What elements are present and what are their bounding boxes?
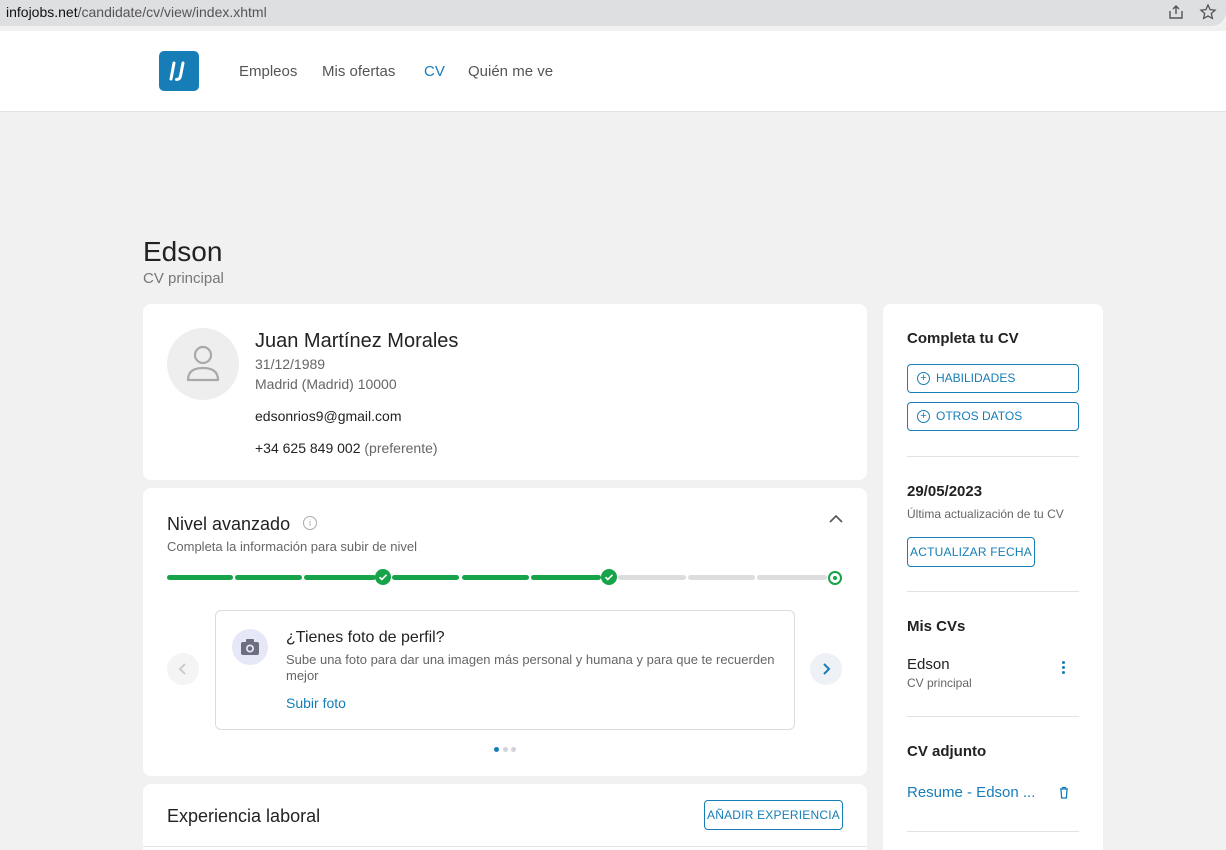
experience-title: Experiencia laboral <box>167 806 321 826</box>
phone-line: +34 625 849 002 (preferente) <box>255 440 438 456</box>
sidebar-card: Completa tu CV + HABILIDADES + OTROS DATOS… <box>883 304 1103 850</box>
add-other-data-button[interactable]: + OTROS DATOS <box>907 402 1079 431</box>
attached-cv-link[interactable]: Resume - Edson ... <box>907 784 1035 801</box>
progress-segment <box>462 575 529 580</box>
cv-item-subtitle: CV principal <box>907 676 972 690</box>
divider <box>907 591 1079 592</box>
phone: +34 625 849 002 <box>255 440 361 456</box>
update-date-button[interactable]: ACTUALIZAR FECHA <box>907 537 1035 567</box>
progress-segment <box>392 575 459 580</box>
level-title: Nivel avanzado <box>167 514 291 534</box>
chevron-right-icon <box>823 663 831 675</box>
add-experience-button[interactable]: AÑADIR EXPERIENCIA <box>704 800 843 830</box>
email: edsonrios9@gmail.com <box>255 408 402 424</box>
update-date: 29/05/2023 <box>907 483 983 500</box>
carousel-dot[interactable] <box>511 747 516 752</box>
chevron-up-icon[interactable] <box>829 514 843 524</box>
goal-star-icon <box>828 571 842 585</box>
progress-segment <box>688 575 755 580</box>
divider <box>907 831 1079 832</box>
bookmark-star-icon[interactable] <box>1199 3 1217 21</box>
url-text[interactable]: infojobs.net/candidate/cv/view/index.xht… <box>6 4 267 20</box>
progress-segment <box>531 575 601 580</box>
upload-photo-link[interactable]: Subir foto <box>286 695 346 711</box>
page-subtitle: CV principal <box>143 270 224 287</box>
progress-segment <box>757 575 827 580</box>
attached-cv-title: CV adjunto <box>907 743 987 760</box>
cv-item-name[interactable]: Edson <box>907 656 950 673</box>
info-icon[interactable]: i <box>303 516 317 530</box>
tip-title: ¿Tienes foto de perfil? <box>286 629 445 646</box>
share-icon[interactable] <box>1167 3 1185 21</box>
user-placeholder-icon <box>186 345 220 382</box>
nav-mis-ofertas[interactable]: Mis ofertas <box>322 63 395 80</box>
camera-icon <box>232 629 268 665</box>
divider <box>907 456 1079 457</box>
divider <box>143 846 867 847</box>
plus-circle-icon: + <box>917 372 930 385</box>
progress-segment <box>235 575 302 580</box>
milestone-check-icon <box>601 569 617 585</box>
birthdate: 31/12/1989 <box>255 356 326 372</box>
carousel-dot[interactable] <box>494 747 499 752</box>
progress-segment <box>618 575 686 580</box>
phone-note: (preferente) <box>364 440 438 456</box>
trash-icon[interactable] <box>1059 786 1069 799</box>
profile-card: Juan Martínez Morales 31/12/1989 Madrid … <box>143 304 867 480</box>
infojobs-logo[interactable] <box>159 51 199 91</box>
milestone-check-icon <box>375 569 391 585</box>
chevron-left-icon <box>178 663 186 675</box>
browser-address-bar[interactable]: infojobs.net/candidate/cv/view/index.xht… <box>0 0 1226 26</box>
plus-circle-icon: + <box>917 410 930 423</box>
add-skills-button[interactable]: + HABILIDADES <box>907 364 1079 393</box>
complete-cv-title: Completa tu CV <box>907 330 1019 347</box>
add-other-data-label: OTROS DATOS <box>936 409 1023 423</box>
carousel-next-button[interactable] <box>810 653 842 685</box>
candidate-name: Juan Martínez Morales <box>255 330 459 352</box>
avatar[interactable] <box>167 328 239 400</box>
level-card: Nivel avanzado i Completa la información… <box>143 488 867 776</box>
divider <box>907 716 1079 717</box>
add-skills-label: HABILIDADES <box>936 371 1016 385</box>
carousel-dot[interactable] <box>503 747 508 752</box>
nav-quien-me-ve[interactable]: Quién me ve <box>468 63 553 80</box>
carousel-prev-button[interactable] <box>167 653 199 685</box>
location: Madrid (Madrid) 10000 <box>255 376 397 392</box>
my-cvs-title: Mis CVs <box>907 618 966 635</box>
update-caption: Última actualización de tu CV <box>907 507 1064 521</box>
level-subtitle: Completa la información para subir de ni… <box>167 539 418 554</box>
more-options-icon[interactable] <box>1061 661 1067 677</box>
profile-photo-tip-card: ¿Tienes foto de perfil? Sube una foto pa… <box>215 610 795 730</box>
experience-card: Experiencia laboral AÑADIR EXPERIENCIA <box>143 784 867 850</box>
nav-cv[interactable]: CV <box>424 63 445 80</box>
tip-description: Sube una foto para dar una imagen más pe… <box>286 652 775 683</box>
page-title: Edson <box>143 236 223 267</box>
progress-segment <box>167 575 233 580</box>
top-navigation: Empleos Mis ofertas CV Quién me ve <box>0 31 1226 112</box>
progress-segment <box>304 575 376 580</box>
nav-empleos[interactable]: Empleos <box>239 63 297 80</box>
